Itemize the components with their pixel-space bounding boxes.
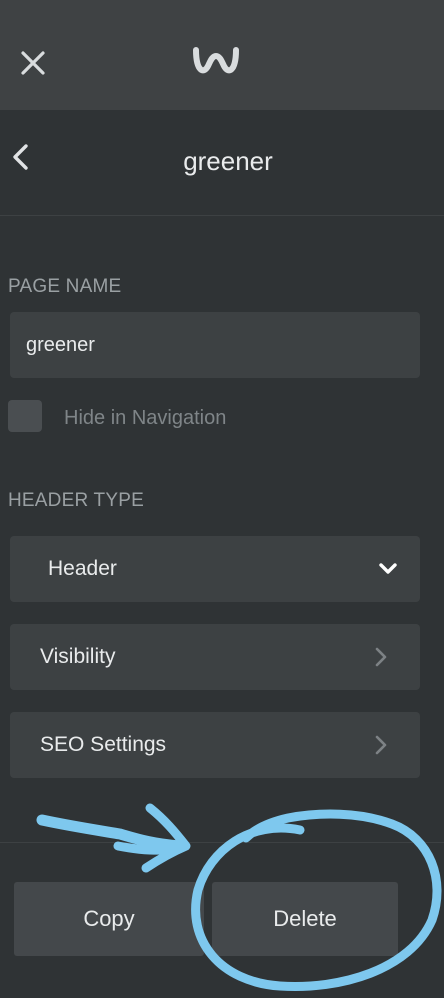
chevron-down-icon: [379, 563, 397, 574]
copy-button[interactable]: Copy: [14, 882, 204, 956]
chevron-right-icon: [375, 735, 387, 755]
divider: [0, 842, 444, 843]
visibility-label: Visibility: [40, 645, 116, 668]
header-type-dropdown[interactable]: Header: [10, 536, 420, 602]
header-type-label: HEADER TYPE: [8, 490, 144, 511]
seo-settings-row[interactable]: SEO Settings: [10, 712, 420, 778]
divider: [0, 215, 444, 216]
header-type-value: Header: [48, 557, 117, 580]
seo-settings-label: SEO Settings: [40, 733, 167, 756]
close-icon[interactable]: [18, 48, 48, 78]
top-bar: [0, 0, 444, 110]
chevron-right-icon: [375, 647, 387, 667]
page-title: greener: [183, 146, 273, 176]
visibility-row[interactable]: Visibility: [10, 624, 420, 690]
page-name-label: PAGE NAME: [8, 276, 122, 297]
weebly-logo-icon: [193, 47, 239, 74]
hide-in-navigation-label[interactable]: Hide in Navigation: [64, 407, 226, 430]
page-name-input[interactable]: greener: [10, 312, 420, 378]
hide-in-navigation-checkbox[interactable]: [8, 400, 42, 432]
delete-button[interactable]: Delete: [212, 882, 398, 956]
